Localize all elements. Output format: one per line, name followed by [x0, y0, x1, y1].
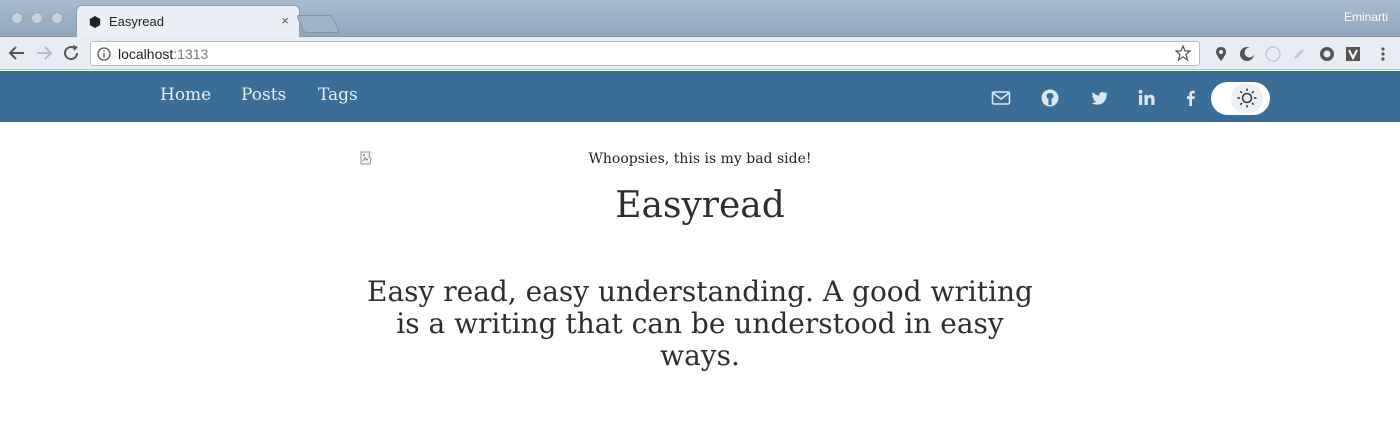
address-bar[interactable]: localhost:1313: [90, 41, 1200, 66]
info-icon[interactable]: [97, 47, 111, 61]
tab-close-icon[interactable]: ×: [281, 13, 289, 28]
url-text[interactable]: localhost:1313: [118, 46, 208, 62]
new-tab-button[interactable]: [295, 15, 341, 33]
nav-tags-link[interactable]: Tags: [318, 85, 358, 105]
tab-title: Easyread: [109, 14, 164, 29]
twitter-icon[interactable]: [1089, 88, 1109, 108]
url-host: localhost: [118, 46, 174, 62]
browser-tab-easyread[interactable]: Easyread ×: [76, 5, 300, 37]
back-arrow-icon[interactable]: [6, 42, 28, 64]
site-navbar: Home Posts Tags: [0, 71, 1400, 122]
profile-image-alt-text: Whoopsies, this is my bad side!: [588, 151, 812, 167]
reload-icon[interactable]: [60, 42, 82, 64]
linkedin-icon[interactable]: [1137, 88, 1157, 108]
star-icon[interactable]: [1175, 45, 1191, 61]
hexagon-icon: [89, 16, 101, 28]
facebook-icon[interactable]: [1181, 88, 1201, 108]
circle-extension-icon[interactable]: [1265, 46, 1281, 62]
pin-extension-icon[interactable]: [1213, 46, 1229, 62]
record-extension-icon[interactable]: [1319, 46, 1335, 62]
window-minimize-button[interactable]: [31, 12, 43, 24]
v-extension-icon[interactable]: [1345, 46, 1361, 62]
nav-home-link[interactable]: Home: [160, 85, 211, 105]
profile-name[interactable]: Eminarti: [1344, 10, 1388, 24]
forward-arrow-icon[interactable]: [33, 42, 55, 64]
browser-toolbar: localhost:1313: [0, 37, 1400, 70]
sun-icon: [1237, 88, 1257, 108]
site-title: Easyread: [615, 185, 785, 226]
mail-icon[interactable]: [991, 88, 1011, 108]
window-close-button[interactable]: [11, 12, 23, 24]
window-zoom-button[interactable]: [51, 12, 63, 24]
url-port: :1313: [173, 46, 209, 62]
menu-icon[interactable]: [1375, 46, 1391, 62]
site-tagline: Easy read, easy understanding. A good wr…: [367, 275, 1033, 372]
nav-posts-link[interactable]: Posts: [241, 85, 286, 105]
browser-tab-strip: Easyread × Eminarti: [0, 0, 1400, 37]
theme-toggle[interactable]: [1211, 82, 1270, 115]
pencil-extension-icon[interactable]: [1291, 46, 1307, 62]
github-icon[interactable]: [1040, 88, 1060, 108]
moon-extension-icon[interactable]: [1239, 46, 1255, 62]
